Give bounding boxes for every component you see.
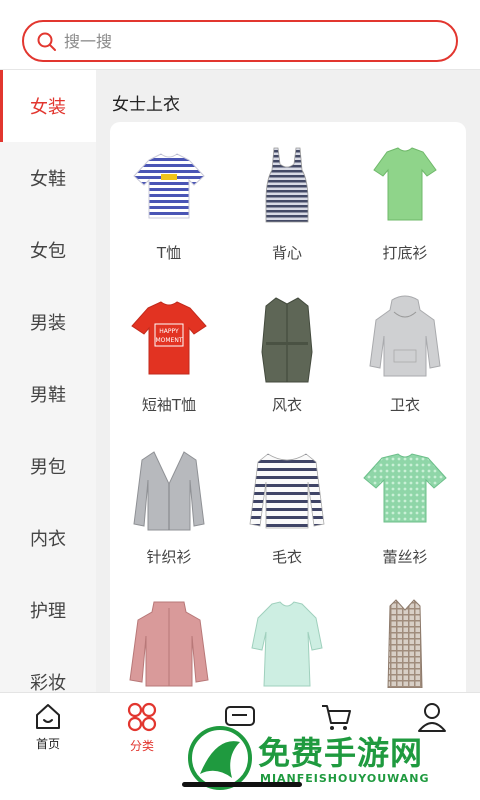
category-icon [127,702,157,732]
sidebar-item-womens-shoes[interactable]: 女鞋 [0,142,96,214]
category-item-tshirt[interactable]: T恤 [110,140,228,292]
category-item-sweater[interactable]: 毛衣 [228,444,346,596]
category-label: 蕾丝衫 [382,548,428,566]
category-item-trench-coat[interactable]: 风衣 [228,292,346,444]
category-item-mint-blouse[interactable] [228,596,346,692]
tab-label: 分类 [129,739,154,753]
category-label: 打底衫 [382,244,428,262]
sidebar-item-label: 内衣 [30,529,66,550]
search-icon [37,32,56,51]
category-label: 毛衣 [271,548,302,566]
sidebar-item-label: 男装 [30,313,66,334]
search-box[interactable] [22,20,458,62]
sidebar-item-womens-bags[interactable]: 女包 [0,214,96,286]
category-item-short-sleeve-tshirt[interactable]: HAPPY MOMENT 短袖T恤 [110,292,228,444]
category-grid: T恤 背心 打底衫 HAPPY MOMENT 短袖T恤 风衣 卫衣 针织衫 毛衣… [110,140,466,692]
category-item-cardigan[interactable]: 针织衫 [110,444,228,596]
category-item-hoodie[interactable]: 卫衣 [346,292,464,444]
tab-home[interactable]: 首页 [0,701,96,755]
striped-tshirt-icon [133,153,205,219]
sidebar-item-label: 护理 [30,601,66,622]
sidebar-item-womens-clothing[interactable]: 女装 [0,70,96,142]
category-sidebar: 女装 女鞋 女包 男装 男鞋 男包 内衣 护理 彩妆 [0,70,96,692]
search-bar [0,0,480,70]
sidebar-item-label: 女包 [30,241,66,262]
watermark-title: 免费手游网 [258,734,424,772]
hoodie-icon [369,295,441,377]
category-item-tank[interactable]: 背心 [228,140,346,292]
tab-label: 首页 [35,737,60,751]
tshirt-print-line-1: HAPPY [159,328,179,335]
striped-sweater-icon [249,453,325,529]
category-item-lace-top[interactable]: 蕾丝衫 [346,444,464,596]
category-item-base-tee[interactable]: 打底衫 [346,140,464,292]
sidebar-item-label: 彩妆 [30,673,66,692]
section-title: 女士上衣 [112,95,180,115]
category-label: 短袖T恤 [141,396,197,414]
category-label: 卫衣 [389,396,420,414]
category-label: T恤 [156,244,182,262]
category-label: 针织衫 [146,548,192,566]
category-content: 女士上衣 T恤 背心 打底衫 HAPPY MOMENT 短袖T恤 风衣 卫衣 针… [96,70,480,692]
lace-top-icon [363,453,447,523]
search-input[interactable] [64,22,444,60]
sidebar-item-label: 女鞋 [30,169,66,190]
category-card: T恤 背心 打底衫 HAPPY MOMENT 短袖T恤 风衣 卫衣 针织衫 毛衣… [110,122,466,692]
category-item-pink-jacket[interactable] [110,596,228,692]
mint-blouse-icon [251,601,323,687]
home-icon [36,704,60,729]
striped-tank-icon [265,147,309,223]
trench-coat-icon [261,297,313,383]
sidebar-item-mens-shoes[interactable]: 男鞋 [0,358,96,430]
category-label: 风衣 [271,396,302,414]
sidebar-item-label: 女装 [30,97,66,118]
sidebar-item-label: 男鞋 [30,385,66,406]
home-indicator [182,782,302,787]
category-label: 背心 [271,244,302,262]
sidebar-item-makeup[interactable]: 彩妆 [0,646,96,692]
tab-category[interactable]: 分类 [94,701,190,755]
sidebar-item-underwear[interactable]: 内衣 [0,502,96,574]
sidebar-item-mens-bags[interactable]: 男包 [0,430,96,502]
tshirt-print-line-2: MOMENT [155,337,182,344]
sidebar-item-mens-clothing[interactable]: 男装 [0,286,96,358]
category-item-plaid-coat[interactable] [346,596,464,692]
pink-jacket-icon [129,601,209,687]
cardigan-icon [133,451,205,531]
red-tshirt-icon: HAPPY MOMENT [131,301,207,375]
sidebar-item-label: 男包 [30,457,66,478]
plaid-long-coat-icon [387,599,423,688]
green-tee-icon [373,147,437,221]
sidebar-item-care[interactable]: 护理 [0,574,96,646]
